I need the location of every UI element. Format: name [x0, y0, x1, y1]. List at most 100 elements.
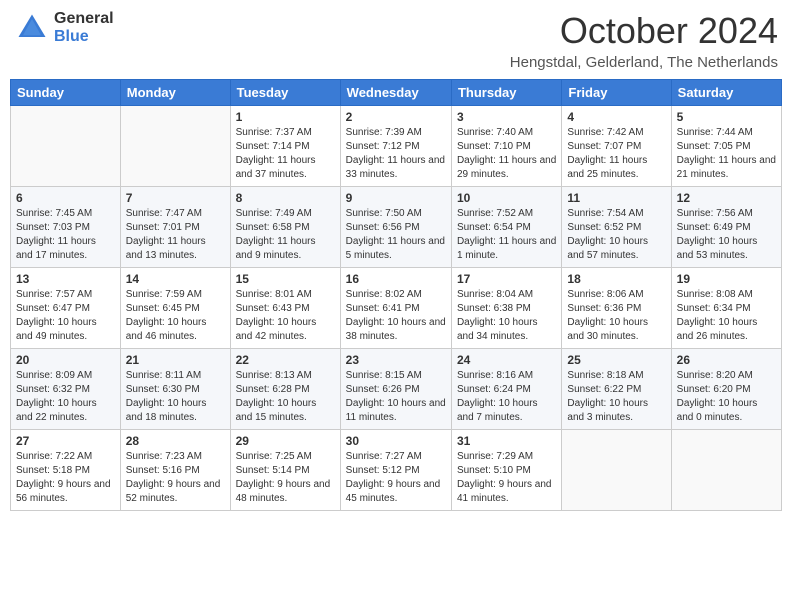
- calendar-cell: 26 Sunrise: 8:20 AMSunset: 6:20 PMDayligh…: [671, 349, 781, 430]
- calendar-cell: 30 Sunrise: 7:27 AMSunset: 5:12 PMDayligh…: [340, 430, 451, 511]
- day-number: 12: [677, 191, 776, 205]
- day-of-week-header: Sunday: [11, 80, 121, 106]
- logo-general: General: [54, 10, 114, 28]
- day-number: 20: [16, 353, 115, 367]
- calendar-cell: 19Sunrise: 8:08 AMSunset: 6:34 PMDayligh…: [671, 268, 781, 349]
- calendar-cell: 8 Sunrise: 7:49 AMSunset: 6:58 PMDaylight…: [230, 187, 340, 268]
- cell-content: Sunrise: 7:37 AMSunset: 7:14 PMDaylight:…: [236, 126, 335, 182]
- day-number: 11: [567, 191, 665, 205]
- calendar-cell: [120, 106, 230, 187]
- cell-content: Sunrise: 8:16 AMSunset: 6:24 PMDaylight:…: [457, 369, 556, 425]
- calendar-cell: 7 Sunrise: 7:47 AMSunset: 7:01 PMDaylight…: [120, 187, 230, 268]
- cell-content: Sunrise: 7:27 AMSunset: 5:12 PMDaylight:…: [346, 450, 446, 506]
- cell-content: Sunrise: 7:44 AMSunset: 7:05 PMDaylight:…: [677, 126, 776, 182]
- calendar-cell: 21Sunrise: 8:11 AMSunset: 6:30 PMDayligh…: [120, 349, 230, 430]
- cell-content: Sunrise: 7:23 AMSunset: 5:16 PMDaylight:…: [126, 450, 225, 506]
- calendar-cell: 28 Sunrise: 7:23 AMSunset: 5:16 PMDayligh…: [120, 430, 230, 511]
- cell-content: Sunrise: 8:04 AMSunset: 6:38 PMDaylight:…: [457, 288, 556, 344]
- cell-content: Sunrise: 7:42 AMSunset: 7:07 PMDaylight:…: [567, 126, 665, 182]
- cell-content: Sunrise: 7:57 AMSunset: 6:47 PMDaylight:…: [16, 288, 115, 344]
- cell-content: Sunrise: 7:29 AMSunset: 5:10 PMDaylight:…: [457, 450, 556, 506]
- calendar-cell: 24 Sunrise: 8:16 AMSunset: 6:24 PMDayligh…: [451, 349, 561, 430]
- day-number: 6: [16, 191, 115, 205]
- day-number: 13: [16, 272, 115, 286]
- calendar-week-row: 20 Sunrise: 8:09 AMSunset: 6:32 PMDayligh…: [11, 349, 782, 430]
- calendar-week-row: 6 Sunrise: 7:45 AMSunset: 7:03 PMDaylight…: [11, 187, 782, 268]
- calendar-week-row: 13 Sunrise: 7:57 AMSunset: 6:47 PMDayligh…: [11, 268, 782, 349]
- day-number: 16: [346, 272, 446, 286]
- day-number: 1: [236, 110, 335, 124]
- cell-content: Sunrise: 7:22 AMSunset: 5:18 PMDaylight:…: [16, 450, 115, 506]
- day-number: 26: [677, 353, 776, 367]
- day-number: 4: [567, 110, 665, 124]
- day-number: 7: [126, 191, 225, 205]
- month-title: October 2024: [510, 10, 778, 52]
- cell-content: Sunrise: 7:50 AMSunset: 6:56 PMDaylight:…: [346, 207, 446, 263]
- location-title: Hengstdal, Gelderland, The Netherlands: [510, 54, 778, 71]
- day-number: 17: [457, 272, 556, 286]
- calendar-table: SundayMondayTuesdayWednesdayThursdayFrid…: [10, 79, 782, 511]
- calendar-cell: 18 Sunrise: 8:06 AMSunset: 6:36 PMDayligh…: [562, 268, 671, 349]
- logo-text: General Blue: [54, 10, 114, 45]
- cell-content: Sunrise: 8:20 AMSunset: 6:20 PMDaylight:…: [677, 369, 776, 425]
- day-number: 30: [346, 434, 446, 448]
- calendar-cell: 23 Sunrise: 8:15 AMSunset: 6:26 PMDayligh…: [340, 349, 451, 430]
- calendar-cell: 11 Sunrise: 7:54 AMSunset: 6:52 PMDayligh…: [562, 187, 671, 268]
- day-number: 8: [236, 191, 335, 205]
- day-number: 15: [236, 272, 335, 286]
- day-number: 3: [457, 110, 556, 124]
- cell-content: Sunrise: 7:52 AMSunset: 6:54 PMDaylight:…: [457, 207, 556, 263]
- calendar-cell: 15 Sunrise: 8:01 AMSunset: 6:43 PMDayligh…: [230, 268, 340, 349]
- calendar-cell: [671, 430, 781, 511]
- cell-content: Sunrise: 7:25 AMSunset: 5:14 PMDaylight:…: [236, 450, 335, 506]
- day-of-week-header: Friday: [562, 80, 671, 106]
- day-of-week-header: Monday: [120, 80, 230, 106]
- cell-content: Sunrise: 8:08 AMSunset: 6:34 PMDaylight:…: [677, 288, 776, 344]
- cell-content: Sunrise: 7:49 AMSunset: 6:58 PMDaylight:…: [236, 207, 335, 263]
- day-of-week-header: Wednesday: [340, 80, 451, 106]
- title-block: October 2024 Hengstdal, Gelderland, The …: [510, 10, 778, 71]
- day-number: 27: [16, 434, 115, 448]
- day-number: 18: [567, 272, 665, 286]
- day-number: 28: [126, 434, 225, 448]
- day-number: 2: [346, 110, 446, 124]
- calendar-cell: [562, 430, 671, 511]
- calendar-cell: 29 Sunrise: 7:25 AMSunset: 5:14 PMDayligh…: [230, 430, 340, 511]
- cell-content: Sunrise: 8:09 AMSunset: 6:32 PMDaylight:…: [16, 369, 115, 425]
- calendar-cell: 31Sunrise: 7:29 AMSunset: 5:10 PMDayligh…: [451, 430, 561, 511]
- calendar-cell: 1 Sunrise: 7:37 AMSunset: 7:14 PMDaylight…: [230, 106, 340, 187]
- calendar-cell: 5 Sunrise: 7:44 AMSunset: 7:05 PMDaylight…: [671, 106, 781, 187]
- day-number: 23: [346, 353, 446, 367]
- calendar-cell: 25Sunrise: 8:18 AMSunset: 6:22 PMDayligh…: [562, 349, 671, 430]
- cell-content: Sunrise: 8:01 AMSunset: 6:43 PMDaylight:…: [236, 288, 335, 344]
- cell-content: Sunrise: 7:59 AMSunset: 6:45 PMDaylight:…: [126, 288, 225, 344]
- calendar-cell: 2 Sunrise: 7:39 AMSunset: 7:12 PMDaylight…: [340, 106, 451, 187]
- cell-content: Sunrise: 7:39 AMSunset: 7:12 PMDaylight:…: [346, 126, 446, 182]
- calendar-cell: 3Sunrise: 7:40 AMSunset: 7:10 PMDaylight…: [451, 106, 561, 187]
- calendar-cell: 4 Sunrise: 7:42 AMSunset: 7:07 PMDaylight…: [562, 106, 671, 187]
- calendar-cell: 6 Sunrise: 7:45 AMSunset: 7:03 PMDaylight…: [11, 187, 121, 268]
- logo: General Blue: [14, 10, 114, 46]
- cell-content: Sunrise: 7:56 AMSunset: 6:49 PMDaylight:…: [677, 207, 776, 263]
- day-of-week-header: Saturday: [671, 80, 781, 106]
- calendar-cell: 14 Sunrise: 7:59 AMSunset: 6:45 PMDayligh…: [120, 268, 230, 349]
- cell-content: Sunrise: 8:02 AMSunset: 6:41 PMDaylight:…: [346, 288, 446, 344]
- cell-content: Sunrise: 7:45 AMSunset: 7:03 PMDaylight:…: [16, 207, 115, 263]
- day-number: 22: [236, 353, 335, 367]
- calendar-cell: 16 Sunrise: 8:02 AMSunset: 6:41 PMDayligh…: [340, 268, 451, 349]
- day-number: 21: [126, 353, 225, 367]
- cell-content: Sunrise: 7:47 AMSunset: 7:01 PMDaylight:…: [126, 207, 225, 263]
- calendar-cell: 22Sunrise: 8:13 AMSunset: 6:28 PMDayligh…: [230, 349, 340, 430]
- calendar-cell: 12 Sunrise: 7:56 AMSunset: 6:49 PMDayligh…: [671, 187, 781, 268]
- day-of-week-header: Thursday: [451, 80, 561, 106]
- calendar-cell: 17 Sunrise: 8:04 AMSunset: 6:38 PMDayligh…: [451, 268, 561, 349]
- cell-content: Sunrise: 8:06 AMSunset: 6:36 PMDaylight:…: [567, 288, 665, 344]
- cell-content: Sunrise: 8:18 AMSunset: 6:22 PMDaylight:…: [567, 369, 665, 425]
- day-number: 24: [457, 353, 556, 367]
- day-number: 29: [236, 434, 335, 448]
- calendar-week-row: 27 Sunrise: 7:22 AMSunset: 5:18 PMDayligh…: [11, 430, 782, 511]
- day-number: 5: [677, 110, 776, 124]
- day-number: 14: [126, 272, 225, 286]
- cell-content: Sunrise: 7:54 AMSunset: 6:52 PMDaylight:…: [567, 207, 665, 263]
- cell-content: Sunrise: 8:15 AMSunset: 6:26 PMDaylight:…: [346, 369, 446, 425]
